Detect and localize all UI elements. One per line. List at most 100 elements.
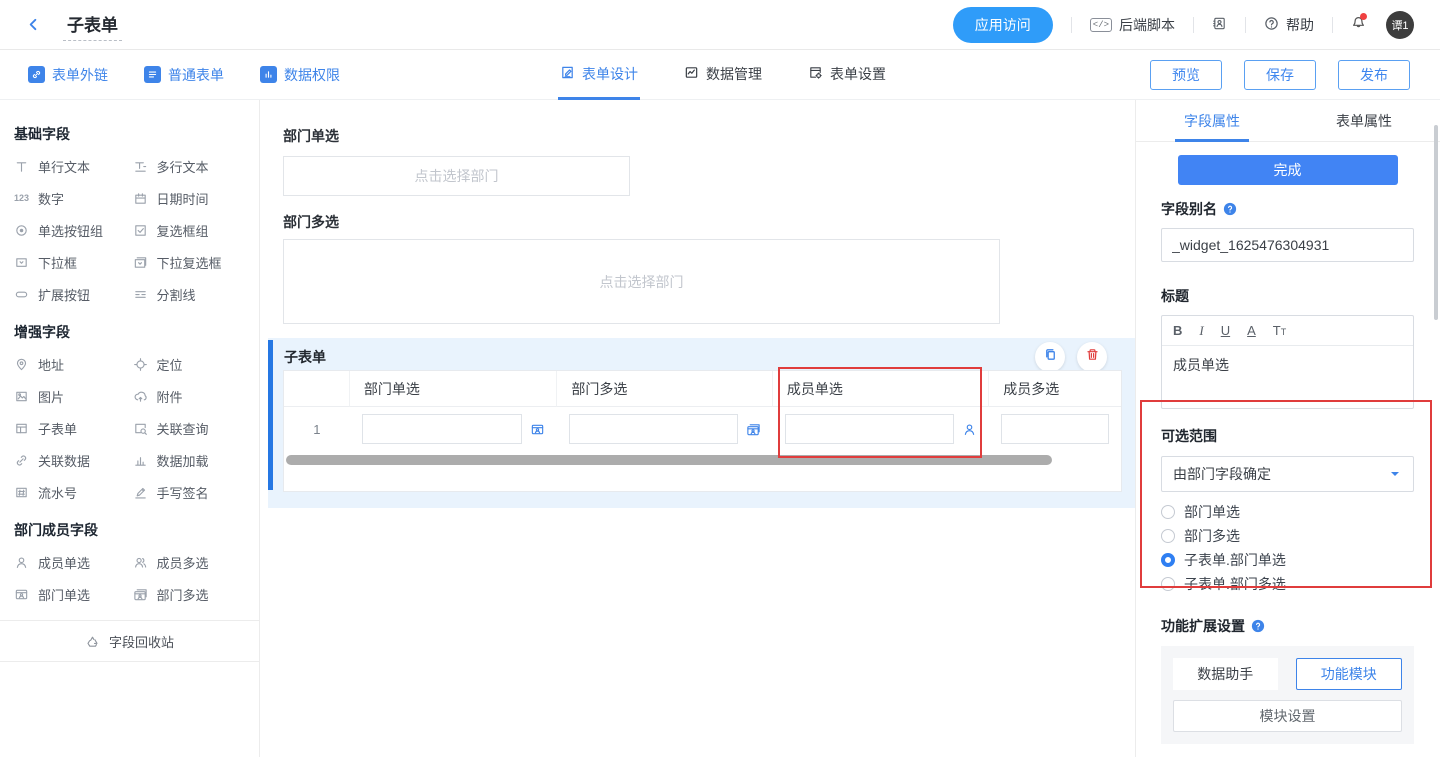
extension-buttons: 数据助手功能模块 [1173, 658, 1402, 690]
field-item-流水号[interactable]: 流水号 [14, 476, 133, 508]
panel-tab-0[interactable]: 字段属性 [1136, 100, 1288, 141]
action-button-1[interactable]: 保存 [1244, 60, 1316, 90]
contacts-button[interactable] [1212, 16, 1227, 34]
app-access-button[interactable]: 应用访问 [953, 7, 1053, 43]
dept-multi-icon[interactable] [746, 422, 761, 437]
field-item-子表单[interactable]: 子表单 [14, 412, 133, 444]
cell-input-3[interactable] [1001, 414, 1109, 444]
field-item-下拉复选框[interactable]: 下拉复选框 [133, 246, 252, 278]
avatar[interactable]: 谭1 [1386, 11, 1414, 39]
field-item-附件[interactable]: 附件 [133, 380, 252, 412]
data-manage-icon [684, 65, 699, 83]
datetime-icon [133, 191, 148, 206]
column-header-3[interactable]: 成员多选 [989, 371, 1121, 407]
cell-input-0[interactable] [362, 414, 523, 444]
member-single-icon[interactable] [962, 422, 977, 437]
field-item-成员多选[interactable]: 成员多选 [133, 546, 252, 578]
field-item-数字[interactable]: 123数字 [14, 182, 133, 214]
action-button-2[interactable]: 发布 [1338, 60, 1410, 90]
radio-unselected-icon [1161, 577, 1175, 591]
panel-scrollbar[interactable] [1434, 125, 1438, 320]
action-button-0[interactable]: 预览 [1150, 60, 1222, 90]
field-item-地址[interactable]: 地址 [14, 348, 133, 380]
richtext-U-button[interactable]: U [1221, 324, 1230, 337]
delete-widget-button[interactable] [1077, 342, 1107, 372]
range-dropdown-value: 由部门字段确定 [1162, 464, 1377, 484]
field-item-手写签名[interactable]: 手写签名 [133, 476, 252, 508]
notifications-button[interactable] [1351, 15, 1366, 35]
dept-multi-picker[interactable]: 点击选择部门 [283, 239, 1000, 324]
field-item-日期时间[interactable]: 日期时间 [133, 182, 252, 214]
recycle-icon [85, 634, 100, 649]
toolbar-link-2[interactable]: 数据权限 [260, 65, 340, 85]
richtext-T-button[interactable]: TT [1273, 324, 1286, 337]
field-item-复选框组[interactable]: 复选框组 [133, 214, 252, 246]
tab-1[interactable]: 数据管理 [682, 50, 764, 100]
location-icon [133, 357, 148, 372]
help-icon[interactable] [1251, 619, 1265, 633]
range-option-3[interactable]: 子表单.部门多选 [1161, 572, 1414, 596]
field-item-数据加载[interactable]: 数据加载 [133, 444, 252, 476]
column-header-1[interactable]: 部门多选 [557, 371, 772, 407]
help-icon[interactable] [1223, 202, 1237, 216]
back-icon[interactable] [26, 17, 41, 32]
cell-input-1[interactable] [569, 414, 737, 444]
field-item-扩展按钮[interactable]: 扩展按钮 [14, 278, 133, 310]
richtext-I-button[interactable]: I [1199, 324, 1203, 337]
scrollbar-thumb[interactable] [286, 455, 1052, 465]
subform-widget[interactable]: 子表单 部门单选部门多选成员单选成员多选 1 [268, 338, 1135, 508]
divider-icon [133, 287, 148, 302]
table-padding [284, 467, 1121, 491]
toolbar-link-1[interactable]: 普通表单 [144, 65, 224, 85]
dept-single-icon [14, 587, 29, 602]
field-item-下拉框[interactable]: 下拉框 [14, 246, 133, 278]
range-option-2[interactable]: 子表单.部门单选 [1161, 548, 1414, 572]
toolbar-actions: 预览保存发布 [1150, 60, 1440, 90]
field-item-图片[interactable]: 图片 [14, 380, 133, 412]
form-toolbar: 表单外链 普通表单 数据权限 表单设计 数据管理 表单设置 预览保存发布 [0, 50, 1440, 100]
extension-button-0[interactable]: 数据助手 [1173, 658, 1278, 690]
member-multi-icon [133, 555, 148, 570]
panel-tab-1[interactable]: 表单属性 [1288, 100, 1440, 141]
field-item-单行文本[interactable]: 单行文本 [14, 150, 133, 182]
image-icon [14, 389, 29, 404]
tab-2[interactable]: 表单设置 [806, 50, 888, 100]
range-dropdown[interactable]: 由部门字段确定 [1161, 456, 1414, 492]
field-item-成员单选[interactable]: 成员单选 [14, 546, 133, 578]
copy-widget-button[interactable] [1035, 342, 1065, 372]
dept-single-icon[interactable] [530, 422, 545, 437]
field-item-关联查询[interactable]: 关联查询 [133, 412, 252, 444]
field-item-部门多选[interactable]: 部门多选 [133, 578, 252, 610]
alias-label-row: 字段别名 [1161, 199, 1414, 219]
range-option-1[interactable]: 部门多选 [1161, 524, 1414, 548]
page-title[interactable]: 子表单 [63, 9, 122, 41]
help-button[interactable]: 帮助 [1264, 15, 1314, 35]
field-item-多行文本[interactable]: 多行文本 [133, 150, 252, 182]
richtext-A-button[interactable]: A [1247, 324, 1256, 337]
cell-input-2[interactable] [785, 414, 954, 444]
single-text-icon [14, 159, 29, 174]
field-recycle-button[interactable]: 字段回收站 [0, 620, 259, 662]
alias-input[interactable] [1161, 228, 1414, 262]
field-item-分割线[interactable]: 分割线 [133, 278, 252, 310]
range-option-0[interactable]: 部门单选 [1161, 500, 1414, 524]
module-settings-button[interactable]: 模块设置 [1173, 700, 1402, 732]
tab-0[interactable]: 表单设计 [558, 50, 640, 100]
field-item-定位[interactable]: 定位 [133, 348, 252, 380]
range-label: 可选范围 [1161, 426, 1414, 446]
column-header-2[interactable]: 成员单选 [773, 371, 989, 407]
dept-single-picker[interactable]: 点击选择部门 [283, 156, 630, 196]
toolbar-link-0[interactable]: 表单外链 [28, 65, 108, 85]
backend-script-button[interactable]: </> 后端脚本 [1090, 15, 1175, 35]
extension-button-1[interactable]: 功能模块 [1296, 658, 1403, 690]
done-button[interactable]: 完成 [1178, 155, 1398, 185]
richtext-B-button[interactable]: B [1173, 324, 1182, 337]
field-item-单选按钮组[interactable]: 单选按钮组 [14, 214, 133, 246]
panel-body: 完成 字段别名 标题 BIUATT 成员单选 可选范围 由部门字段确定 部门 [1136, 155, 1440, 757]
field-grid: 地址 定位 图片 附件 子表单 关联查询 关联数据 数据加载 流水号 手写签名 [0, 348, 259, 510]
lookup-icon [133, 421, 148, 436]
field-item-部门单选[interactable]: 部门单选 [14, 578, 133, 610]
column-header-0[interactable]: 部门单选 [350, 371, 558, 407]
title-textarea[interactable]: 成员单选 [1162, 346, 1413, 408]
field-item-关联数据[interactable]: 关联数据 [14, 444, 133, 476]
